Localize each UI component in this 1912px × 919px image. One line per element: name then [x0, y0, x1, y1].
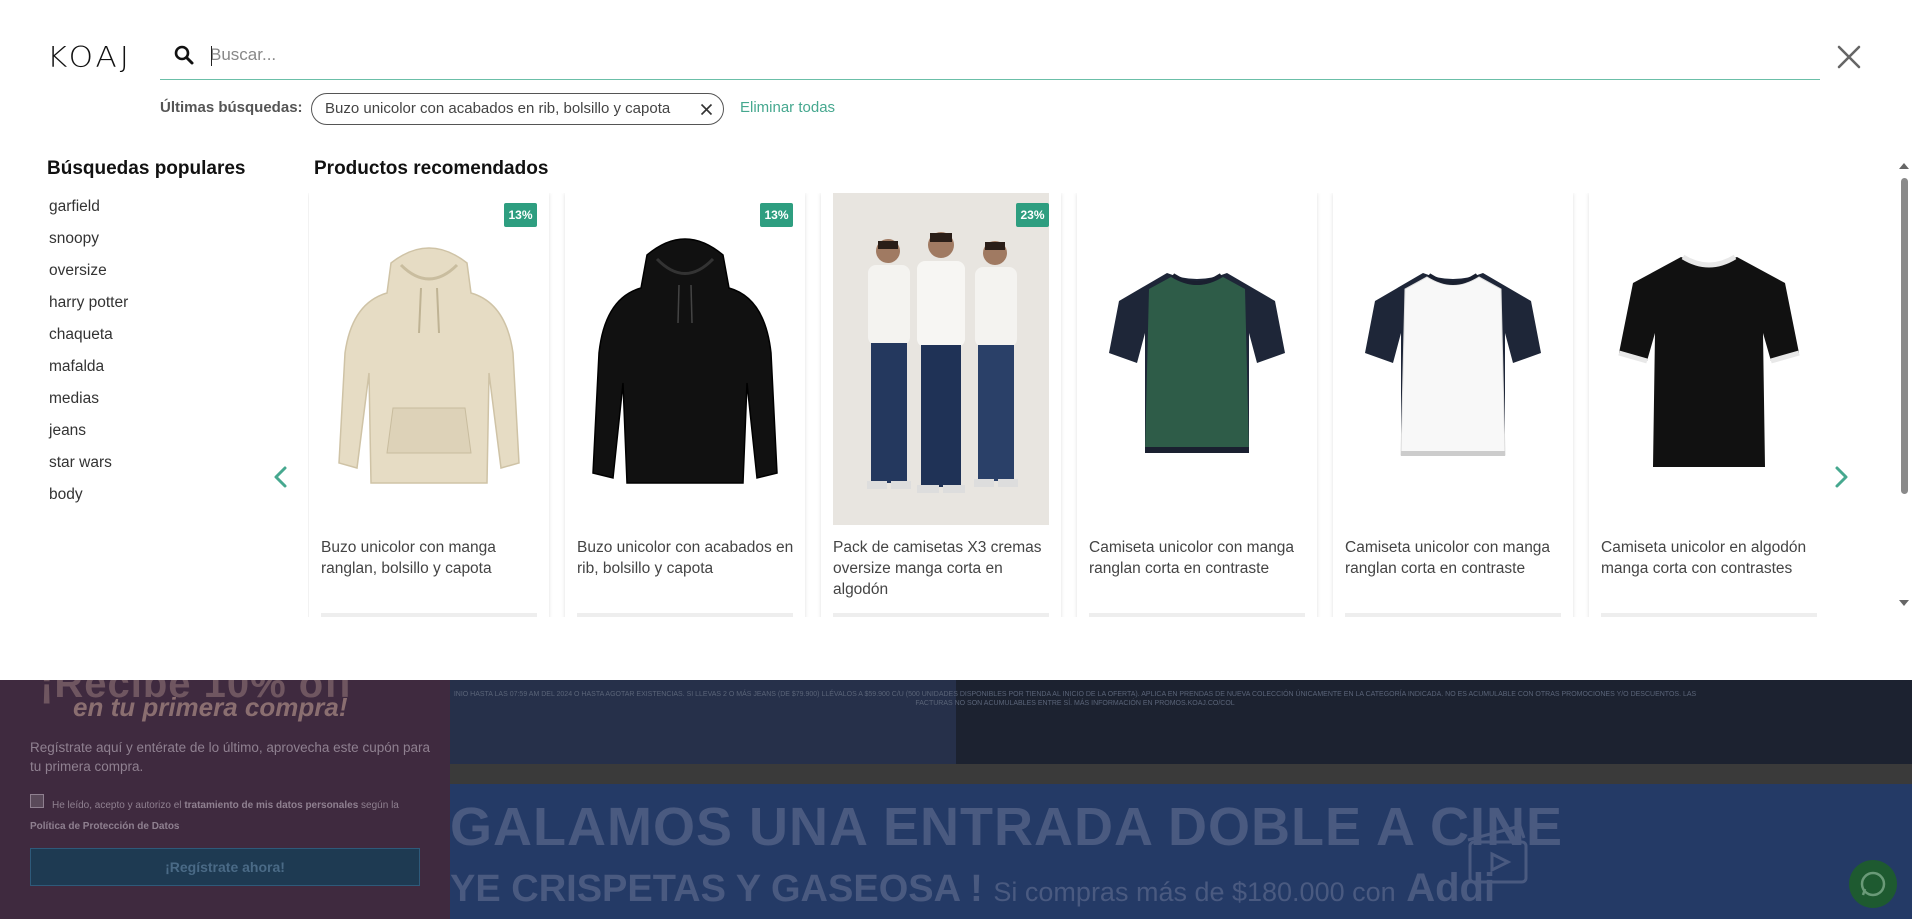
- product-card[interactable]: Camiseta unicolor con manga ranglan cort…: [1333, 193, 1573, 617]
- popular-search-item[interactable]: harry potter: [49, 292, 128, 324]
- banner-fine-print: INIO HASTA LAS 07:59 AM DEL 2024 O HASTA…: [453, 691, 1697, 707]
- cinema-banner-line2: YE CRISPETAS Y GASEOSA ! Si compras más …: [450, 866, 1496, 910]
- register-button[interactable]: ¡Regístrate ahora!: [30, 848, 420, 886]
- recent-search-text: Buzo unicolor con acabados en rib, bolsi…: [325, 100, 671, 117]
- price-placeholder: [833, 613, 1049, 617]
- product-name[interactable]: Camiseta unicolor con manga ranglan cort…: [1089, 537, 1311, 579]
- discount-badge: 23%: [1016, 203, 1049, 227]
- text-caret: [211, 46, 212, 66]
- product-card[interactable]: 13% Buzo unicolor con acabados en rib, b…: [565, 193, 805, 617]
- price-placeholder: [321, 613, 537, 617]
- product-carousel: 13% Buzo unicolor con manga ranglan, bol…: [308, 193, 1820, 617]
- banner-divider: [450, 764, 1912, 784]
- price-placeholder: [1089, 613, 1305, 617]
- jeans-banner[interactable]: INIO HASTA LAS 07:59 AM DEL 2024 O HASTA…: [450, 680, 1912, 764]
- promo-description: Regístrate aquí y entérate de lo último,…: [30, 740, 430, 774]
- popular-search-item[interactable]: body: [49, 484, 128, 516]
- recent-searches-label: Últimas búsquedas:: [160, 99, 303, 116]
- beige-hoodie-image: [338, 247, 520, 484]
- popular-search-item[interactable]: chaqueta: [49, 324, 128, 356]
- scroll-down-arrow[interactable]: [1899, 600, 1909, 606]
- three-models-image: [833, 193, 1049, 525]
- popular-search-item[interactable]: medias: [49, 388, 128, 420]
- product-image[interactable]: [833, 193, 1049, 525]
- search-input[interactable]: [210, 40, 1790, 70]
- product-image[interactable]: [1601, 193, 1817, 525]
- discount-badge: 13%: [504, 203, 537, 227]
- promo-subheadline: en tu primera compra!: [73, 692, 348, 722]
- consent-text: He leído, acepto y autorizo el tratamien…: [30, 800, 399, 832]
- discount-badge: 13%: [760, 203, 793, 227]
- product-card[interactable]: 13% Buzo unicolor con manga ranglan, bol…: [309, 193, 549, 617]
- carousel-next-button[interactable]: [1830, 464, 1852, 490]
- whatsapp-button[interactable]: [1849, 860, 1897, 908]
- product-name[interactable]: Buzo unicolor con acabados en rib, bolsi…: [577, 537, 799, 579]
- signup-promo: ¡Recibe 10% off en tu primera compra! Re…: [0, 662, 450, 919]
- whatsapp-icon: [1860, 871, 1886, 897]
- product-name[interactable]: Camiseta unicolor con manga ranglan cort…: [1345, 537, 1567, 579]
- page-backdrop: ¡Recibe 10% off en tu primera compra! Re…: [0, 662, 1912, 919]
- product-name[interactable]: Pack de camisetas X3 cremas oversize man…: [833, 537, 1055, 600]
- product-name[interactable]: Buzo unicolor con manga ranglan, bolsill…: [321, 537, 543, 579]
- clear-all-link[interactable]: Eliminar todas: [740, 99, 835, 116]
- koaj-logo[interactable]: KOAJ: [47, 41, 132, 74]
- recent-search-chip[interactable]: Buzo unicolor con acabados en rib, bolsi…: [311, 93, 724, 125]
- product-image[interactable]: [577, 193, 793, 525]
- product-card[interactable]: Camiseta unicolor con manga ranglan cort…: [1077, 193, 1317, 617]
- product-card[interactable]: 23% Pack de camisetas X3 cremas oversize…: [821, 193, 1061, 617]
- cinema-banner[interactable]: GALAMOS UNA ENTRADA DOBLE A CINE YE CRIS…: [450, 784, 1912, 919]
- recommended-products-title: Productos recomendados: [314, 158, 549, 179]
- popular-search-item[interactable]: mafalda: [49, 356, 128, 388]
- black-ringer-tee-image: [1618, 254, 1800, 467]
- price-placeholder: [1345, 613, 1561, 617]
- green-raglan-tee-image: [1109, 273, 1285, 453]
- popular-search-item[interactable]: garfield: [49, 196, 128, 228]
- close-icon[interactable]: [1836, 44, 1862, 70]
- product-name[interactable]: Camiseta unicolor en algodón manga corta…: [1601, 537, 1820, 579]
- product-card[interactable]: Camiseta unicolor en algodón manga corta…: [1589, 193, 1820, 617]
- popular-search-item[interactable]: star wars: [49, 452, 128, 484]
- scroll-up-arrow[interactable]: [1899, 163, 1909, 169]
- search-overlay: KOAJ Últimas búsquedas: Buzo unicolor co…: [0, 0, 1912, 680]
- price-placeholder: [1601, 613, 1817, 617]
- price-placeholder: [577, 613, 793, 617]
- popular-search-item[interactable]: jeans: [49, 420, 128, 452]
- search-icon[interactable]: [173, 44, 195, 66]
- white-raglan-tee-image: [1365, 273, 1541, 456]
- search-bar: [160, 32, 1820, 80]
- remove-chip-icon[interactable]: [700, 103, 713, 116]
- popular-search-item[interactable]: snoopy: [49, 228, 128, 260]
- scrollbar-thumb[interactable]: [1901, 178, 1908, 494]
- product-image[interactable]: [1345, 193, 1561, 525]
- popular-search-item[interactable]: oversize: [49, 260, 128, 292]
- popular-searches-list: garfield snoopy oversize harry potter ch…: [49, 196, 128, 516]
- black-hoodie-image: [592, 238, 778, 484]
- product-image[interactable]: [321, 193, 537, 525]
- cinema-banner-line1: GALAMOS UNA ENTRADA DOBLE A CINE: [450, 797, 1563, 857]
- clapperboard-icon: [1467, 824, 1528, 884]
- popular-searches-title: Búsquedas populares: [47, 158, 246, 179]
- product-image[interactable]: [1089, 193, 1305, 525]
- carousel-prev-button[interactable]: [270, 464, 292, 490]
